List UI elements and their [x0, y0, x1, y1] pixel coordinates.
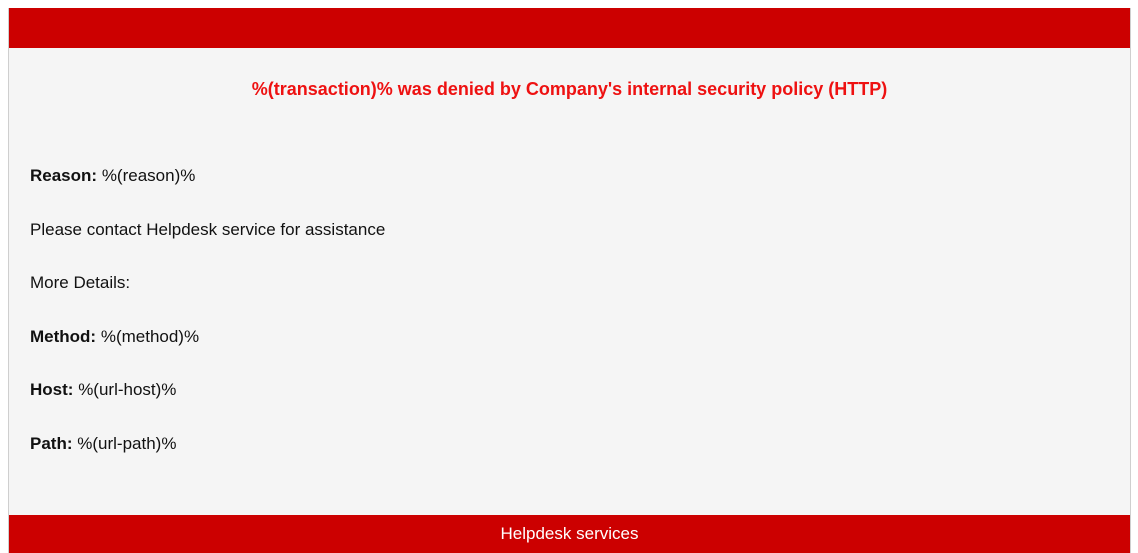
- reason-label: Reason:: [30, 166, 98, 185]
- reason-line: Reason: %(reason)%: [30, 165, 195, 187]
- method-line: Method: %(method)%: [30, 326, 199, 348]
- footer-bar: Helpdesk services: [9, 515, 1130, 553]
- method-value: %(method)%: [100, 327, 200, 346]
- method-label: Method:: [30, 327, 97, 346]
- host-value: %(url-host)%: [78, 380, 177, 399]
- contact-text: Please contact Helpdesk service for assi…: [30, 220, 386, 239]
- host-label: Host:: [30, 380, 74, 399]
- more-details-label: More Details:: [30, 273, 131, 292]
- path-label: Path:: [30, 434, 73, 453]
- path-line: Path: %(url-path)%: [30, 433, 176, 455]
- block-page: %(transaction)% was denied by Company's …: [8, 8, 1131, 553]
- footer-label: Helpdesk services: [500, 524, 639, 543]
- reason-value: %(reason)%: [101, 166, 196, 185]
- host-line: Host: %(url-host)%: [30, 379, 176, 401]
- header-bar: [9, 8, 1130, 48]
- denial-headline: %(transaction)% was denied by Company's …: [251, 79, 888, 99]
- path-value: %(url-path)%: [77, 434, 177, 453]
